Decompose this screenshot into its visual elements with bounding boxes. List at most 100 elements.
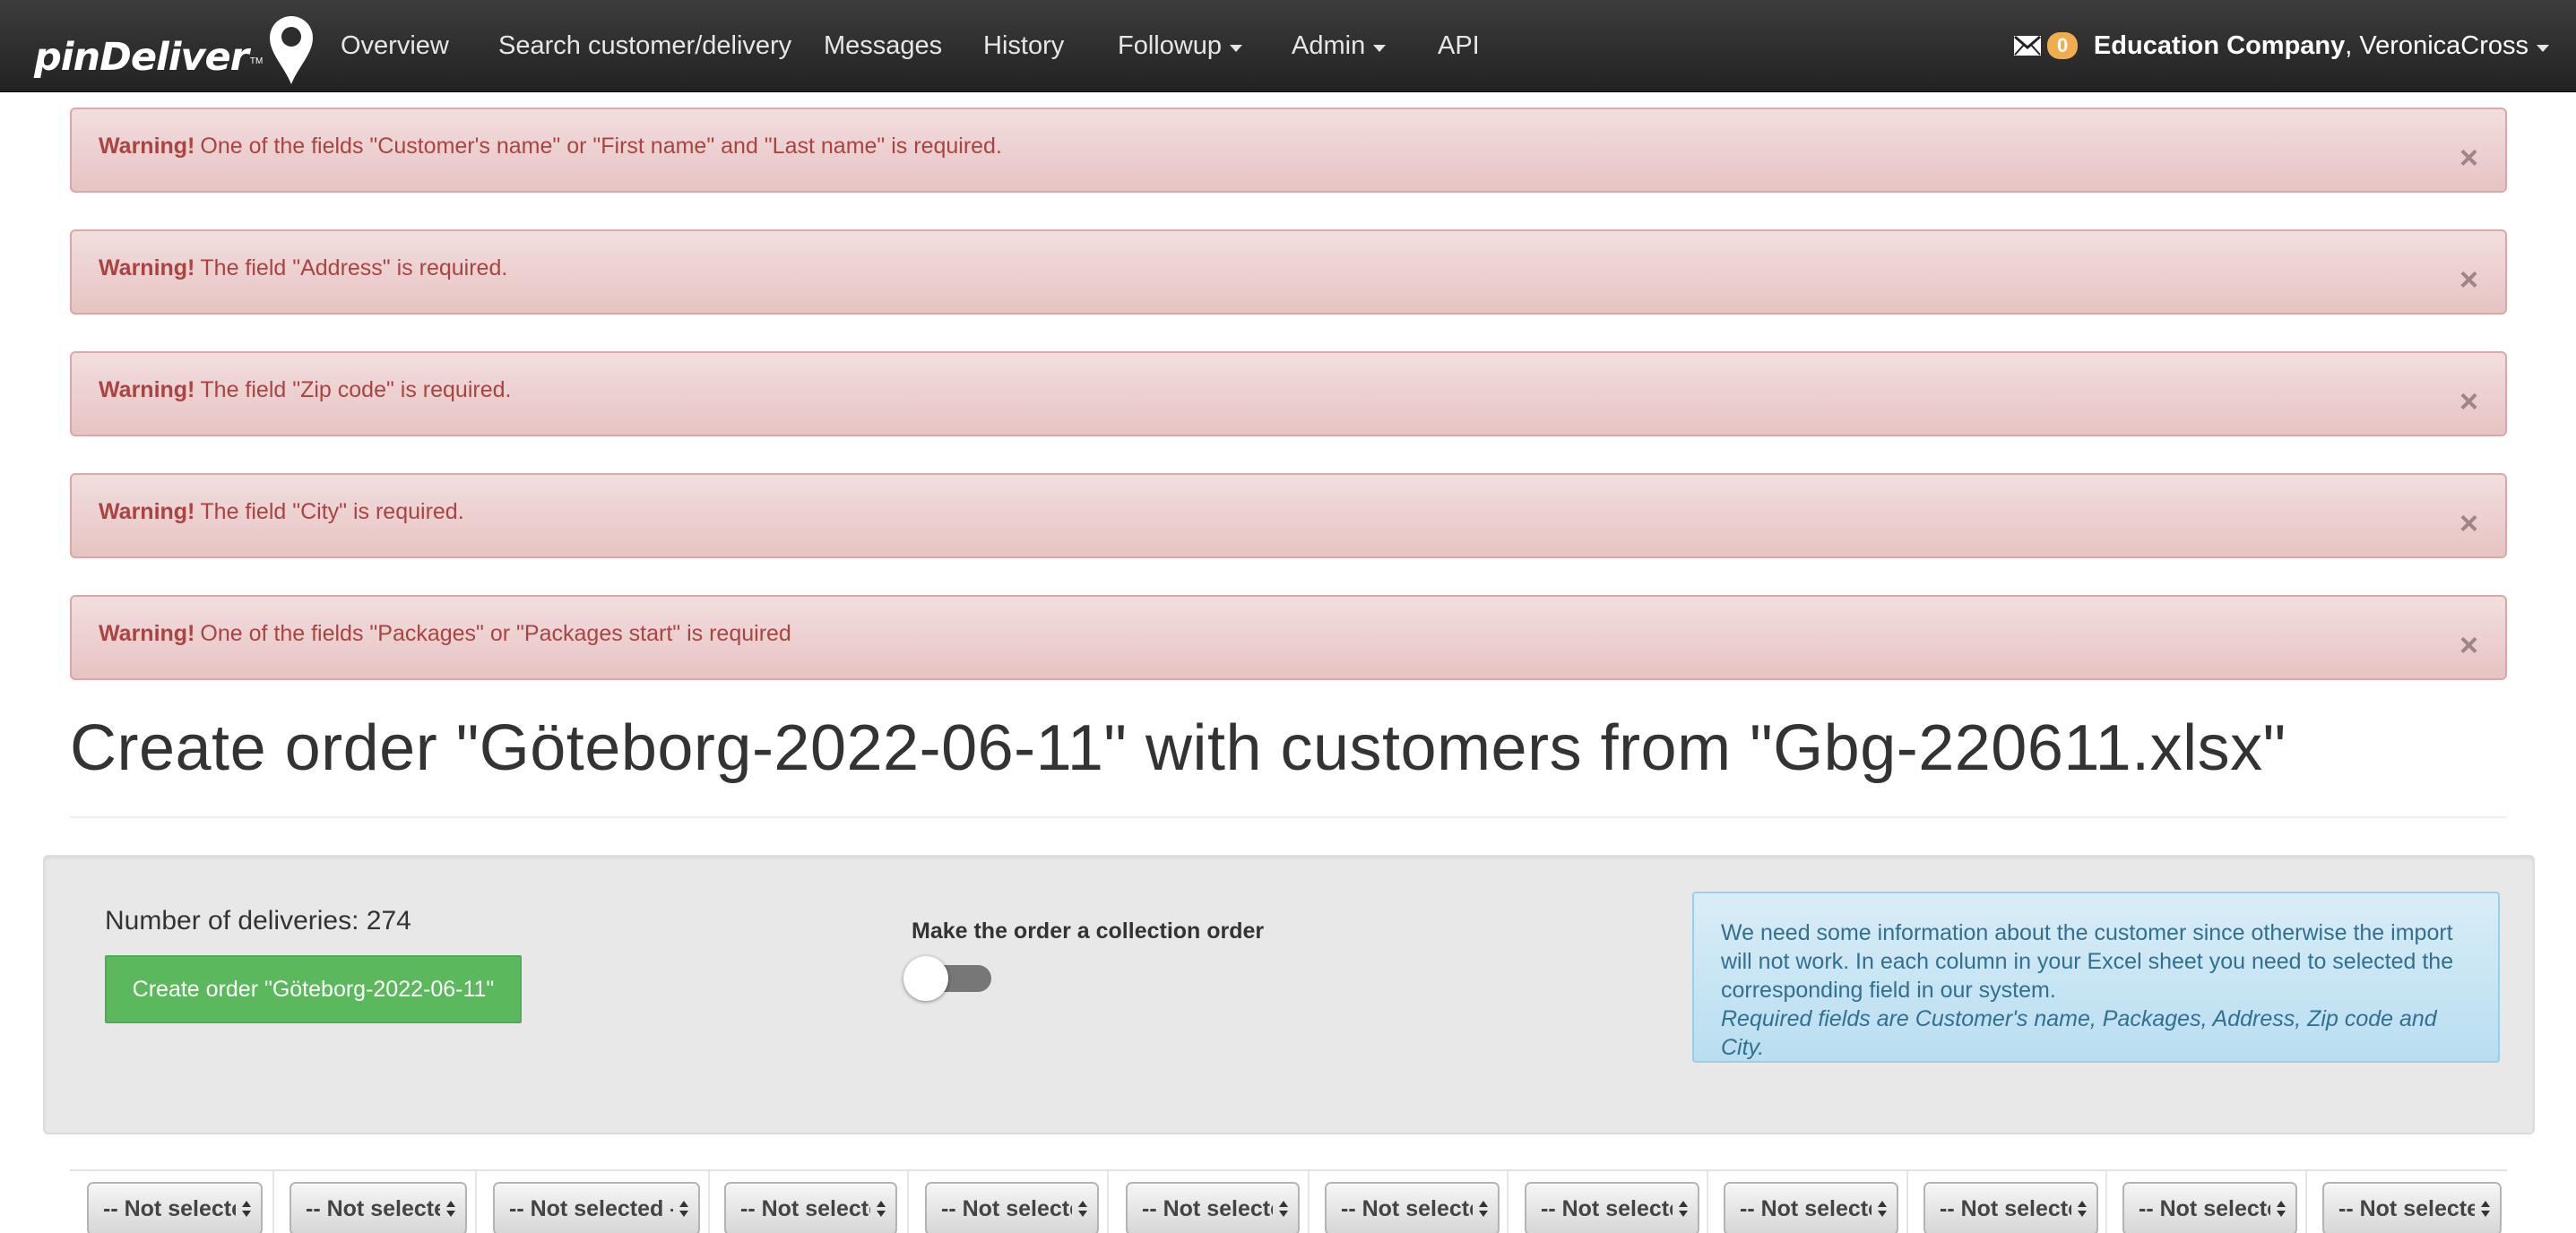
column-field-select[interactable]: -- Not selected -- (2122, 1182, 2297, 1233)
select-arrows-icon (1078, 1201, 1087, 1217)
nav-search-label: Search customer/delivery (498, 31, 792, 60)
alert-text: One of the fields "Packages" or "Package… (200, 621, 791, 646)
unread-count-badge: 0 (2047, 32, 2079, 59)
column-divider (475, 1171, 477, 1233)
select-value: -- Not selected -- (1341, 1195, 1473, 1221)
alert-text: The field "City" is required. (200, 499, 464, 524)
select-arrows-icon (242, 1201, 251, 1217)
map-pin-icon (270, 16, 314, 84)
alert-strong: Warning! (99, 621, 195, 646)
column-field-select[interactable]: -- Not selected -- (1923, 1182, 2098, 1233)
nav-messages-label: Messages (824, 31, 943, 60)
user-separator: , (2345, 31, 2360, 60)
select-value: -- Not selected -- (103, 1195, 236, 1221)
alert-text: The field "Address" is required. (200, 255, 508, 280)
create-order-button[interactable]: Create order "Göteborg-2022-06-11" (105, 955, 522, 1023)
nav-history[interactable]: History (983, 0, 1064, 92)
nav-followup-dropdown[interactable]: Followup (1118, 0, 1243, 92)
page-title: Create order "Göteborg-2022-06-11" with … (70, 712, 2286, 784)
select-value: -- Not selected -- (740, 1195, 870, 1221)
column-divider (2105, 1171, 2107, 1233)
nav-messages[interactable]: Messages (824, 0, 942, 92)
column-field-select[interactable]: -- Not selected -- (1325, 1182, 1500, 1233)
column-divider (2305, 1171, 2307, 1233)
select-arrows-icon (1479, 1201, 1488, 1217)
column-field-select[interactable]: -- Not selected -- (290, 1182, 467, 1233)
brand-logo[interactable]: pinDeliver TM (34, 7, 316, 86)
select-arrows-icon (2277, 1201, 2286, 1217)
alert-strong: Warning! (99, 134, 195, 159)
select-value: -- Not selected -- (1940, 1195, 2071, 1221)
column-field-select[interactable]: -- Not selected -- (724, 1182, 897, 1233)
nav-followup-label: Followup (1118, 31, 1223, 60)
close-icon[interactable]: × (2459, 263, 2478, 296)
select-value: -- Not selected -- (1142, 1195, 1273, 1221)
select-value: -- Not selected -- (941, 1195, 1072, 1221)
column-divider (907, 1171, 909, 1233)
column-divider (1707, 1171, 1708, 1233)
nav-admin-dropdown[interactable]: Admin (1292, 0, 1387, 92)
column-divider (708, 1171, 710, 1233)
select-value: -- Not selected -- (1541, 1195, 1673, 1221)
brand-trademark: TM (249, 56, 264, 66)
alert-text: One of the fields "Customer's name" or "… (200, 134, 1002, 159)
warning-alert: Warning! One of the fields "Packages" or … (70, 595, 2507, 680)
select-value: -- Not selected -- (2338, 1195, 2475, 1221)
column-field-select[interactable]: -- Not selected -- (1525, 1182, 1699, 1233)
required-fields-note: Required fields are Customer's name, Pac… (1721, 1006, 2437, 1060)
close-icon[interactable]: × (2459, 142, 2478, 174)
nav-api-label: API (1438, 31, 1480, 60)
close-icon[interactable]: × (2459, 507, 2478, 539)
user-name: VeronicaCross (2359, 31, 2528, 60)
select-arrows-icon (1279, 1201, 1288, 1217)
nav-overview-label: Overview (341, 31, 449, 60)
select-arrows-icon (2481, 1201, 2490, 1217)
warning-alert: Warning! The field "Zip code" is required… (70, 351, 2507, 436)
warning-alert: Warning! The field "Address" is required.… (70, 229, 2507, 315)
close-icon[interactable]: × (2459, 629, 2478, 661)
warning-alert: Warning! The field "City" is required. × (70, 473, 2507, 558)
column-field-select[interactable]: -- Not selected -- (87, 1182, 263, 1233)
select-arrows-icon (877, 1201, 886, 1217)
collection-order-toggle[interactable] (903, 956, 991, 1001)
user-menu-dropdown[interactable]: Education Company, VeronicaCross (2094, 0, 2549, 92)
column-divider (1906, 1171, 1908, 1233)
messages-indicator[interactable]: 0 (2014, 32, 2079, 59)
info-text: We need some information about the custo… (1721, 920, 2454, 1003)
select-value: -- Not selected -- (509, 1195, 673, 1221)
column-field-select[interactable]: -- Not selected -- (1724, 1182, 1898, 1233)
alert-strong: Warning! (99, 499, 195, 524)
warning-alert: Warning! One of the fields "Customer's na… (70, 108, 2507, 193)
column-field-select[interactable]: -- Not selected -- (925, 1182, 1099, 1233)
caret-down-icon (2537, 44, 2549, 52)
nav-admin-label: Admin (1292, 31, 1366, 60)
close-icon[interactable]: × (2459, 385, 2478, 418)
nav-search-customer-delivery[interactable]: Search customer/delivery (498, 0, 791, 92)
select-arrows-icon (679, 1201, 688, 1217)
select-value: -- Not selected -- (1740, 1195, 1871, 1221)
caret-down-icon (1230, 44, 1243, 52)
collection-order-label: Make the order a collection order (912, 918, 1265, 944)
brand-name: pinDeliver (34, 35, 249, 80)
column-field-select[interactable]: -- Not selected -- (2322, 1182, 2502, 1233)
column-field-select[interactable]: -- Not selected -- (493, 1182, 700, 1233)
select-value: -- Not selected -- (2139, 1195, 2270, 1221)
top-navbar: pinDeliver TM Overview Search customer/d… (0, 0, 2576, 92)
column-divider (1507, 1171, 1508, 1233)
column-field-select[interactable]: -- Not selected -- (1126, 1182, 1300, 1233)
caret-down-icon (1373, 44, 1387, 52)
alert-strong: Warning! (99, 255, 195, 280)
nav-api[interactable]: API (1438, 0, 1480, 92)
column-divider (1107, 1171, 1109, 1233)
title-divider (70, 816, 2507, 818)
select-arrows-icon (1679, 1201, 1688, 1217)
company-name: Education Company (2093, 31, 2346, 60)
toggle-knob (903, 956, 948, 1001)
import-info-box: We need some information about the custo… (1692, 892, 2500, 1063)
select-arrows-icon (446, 1201, 455, 1217)
select-value: -- Not selected -- (306, 1195, 440, 1221)
select-arrows-icon (2078, 1201, 2087, 1217)
column-divider (272, 1171, 274, 1233)
nav-overview[interactable]: Overview (341, 0, 449, 92)
alert-text: The field "Zip code" is required. (200, 377, 512, 402)
